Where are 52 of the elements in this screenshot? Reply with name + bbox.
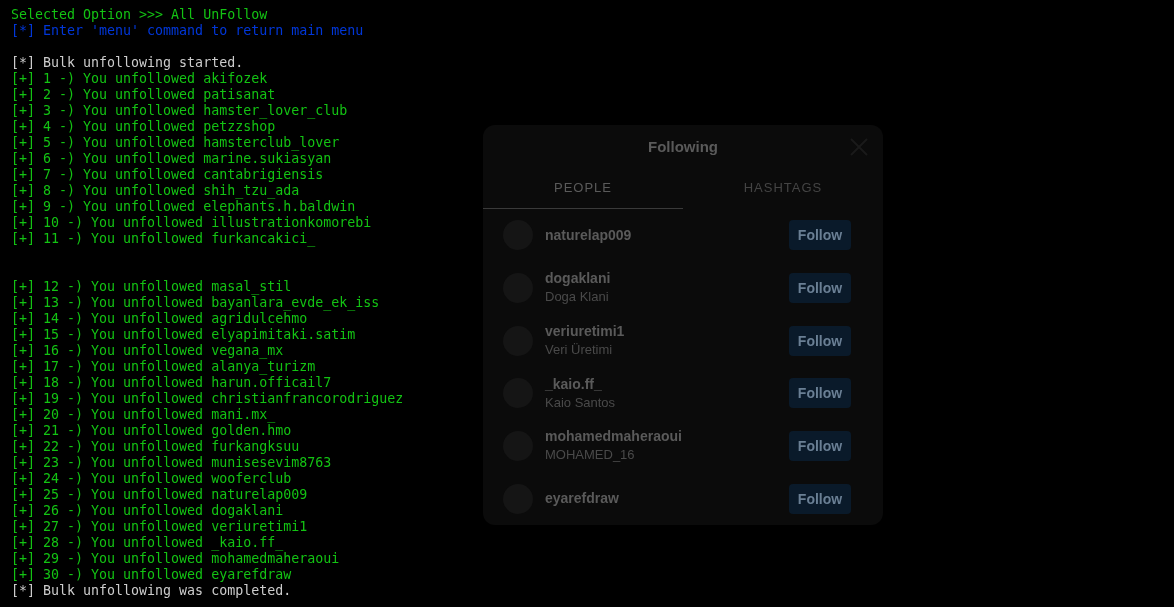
terminal-line: [+] 1 -) You unfollowed akifozek (11, 71, 268, 87)
terminal-line: [+] 30 -) You unfollowed eyarefdraw (11, 567, 292, 583)
terminal-line: [+] 20 -) You unfollowed mani.mx_ (11, 407, 276, 423)
account-name: Kaio Santos (545, 394, 616, 411)
follow-button[interactable]: Follow (789, 431, 851, 461)
account-username: eyarefdraw (545, 490, 619, 508)
terminal-line: [+] 28 -) You unfollowed _kaio.ff_ (11, 535, 284, 551)
account-username: naturelap009 (545, 226, 632, 244)
terminal-line: [+] 3 -) You unfollowed hamster_lover_club (11, 103, 348, 119)
terminal-line: [+] 9 -) You unfollowed elephants.h.baldwin (11, 199, 356, 215)
terminal-line: [*] Bulk unfollowing started. (11, 55, 244, 71)
terminal-line: [+] 25 -) You unfollowed naturelap009 (11, 487, 308, 503)
terminal-line: [+] 26 -) You unfollowed dogaklani (11, 503, 284, 519)
terminal-line: [+] 18 -) You unfollowed harun.officail7 (11, 375, 332, 391)
terminal-line: [*] Enter 'menu' command to return main menu (11, 23, 364, 39)
follow-button[interactable]: Follow (789, 272, 851, 303)
terminal-line: [+] 24 -) You unfollowed wooferclub (11, 471, 292, 487)
follow-button[interactable]: Follow (789, 483, 851, 514)
terminal-line: [+] 14 -) You unfollowed agridulcehmo (11, 311, 308, 327)
account-name: Doga Klani (545, 289, 609, 306)
terminal-line: [+] 4 -) You unfollowed petzzshop (11, 119, 276, 135)
terminal-line: [+] 15 -) You unfollowed elyapimitaki.satim (11, 327, 356, 343)
follow-button[interactable]: Follow (789, 378, 851, 409)
terminal-line: [*] Bulk unfollowing was completed. (11, 583, 292, 599)
terminal-line: [+] 6 -) You unfollowed marine.sukiasyan (11, 151, 332, 167)
account-username: mohamedmaheraoui (545, 428, 682, 446)
terminal-line: [+] 8 -) You unfollowed shih_tzu_ada (11, 183, 300, 199)
account-username: dogaklani (545, 270, 611, 288)
dialog-tab[interactable]: PEOPLE (483, 167, 683, 209)
terminal-line: [+] 17 -) You unfollowed alanya_turizm (11, 359, 316, 375)
follow-button[interactable]: Follow (789, 220, 851, 251)
terminal-line: [+] 19 -) You unfollowed christianfrancorodriguez (11, 391, 404, 407)
account-name: MOHAMED_16 (545, 447, 635, 464)
terminal-line: [+] 12 -) You unfollowed masal_stil (11, 279, 292, 295)
terminal-line: [+] 7 -) You unfollowed cantabrigiensis (11, 167, 324, 183)
terminal-line: [+] 2 -) You unfollowed patisanat (11, 87, 276, 103)
terminal-line: [+] 13 -) You unfollowed bayanlara_evde_ek_iss (11, 295, 380, 311)
terminal-line: [+] 22 -) You unfollowed furkangksuu (11, 439, 300, 455)
terminal-line: [+] 29 -) You unfollowed mohamedmaheraoui (11, 551, 340, 567)
terminal-line: [+] 21 -) You unfollowed golden.hmo (11, 423, 292, 439)
follow-button[interactable]: Follow (789, 325, 851, 356)
terminal-line: [+] 23 -) You unfollowed munisesevim8763 (11, 455, 332, 471)
terminal-line: [+] 11 -) You unfollowed furkancakici_ (11, 231, 316, 247)
terminal-line: Selected Option >>> All UnFollow (11, 7, 268, 23)
account-username: _kaio.ff_ (545, 375, 602, 393)
account-name: Veri Üretimi (545, 342, 613, 359)
terminal-line: [+] 5 -) You unfollowed hamsterclub_lover (11, 135, 340, 151)
dialog-title: Following (648, 137, 718, 155)
terminal-line: [+] 16 -) You unfollowed vegana_mx (11, 343, 284, 359)
terminal-line: [+] 10 -) You unfollowed illustrationkomorebi (11, 215, 372, 231)
terminal-line: [+] 27 -) You unfollowed veriuretimi1 (11, 519, 308, 535)
account-username: veriuretimi1 (545, 323, 625, 341)
